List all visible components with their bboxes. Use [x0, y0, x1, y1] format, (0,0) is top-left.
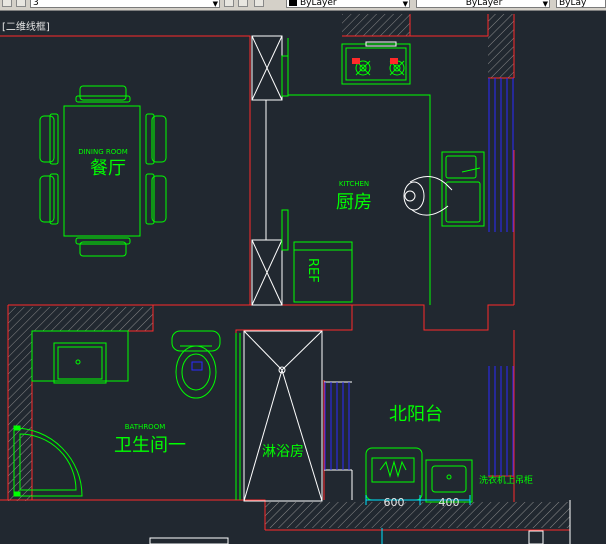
dimension-400: 400	[439, 496, 460, 509]
bottom-fragments	[149, 530, 544, 544]
layer-dropdown[interactable]: 3 ▼	[30, 0, 220, 8]
shower-area[interactable]	[243, 330, 323, 502]
balcony-label-cn: 北阳台	[389, 404, 443, 425]
bathroom-label-cn: 卫生间一	[114, 435, 186, 456]
dining-room-label-cn: 餐厅	[90, 158, 126, 179]
kitchen-label-cn: 厨房	[336, 192, 372, 213]
previous-layer-icon[interactable]	[254, 0, 264, 7]
properties-toolbar: 3 ▼ ByLayer ▼ ByLayer ▼ ByLay	[0, 0, 606, 11]
person-figure	[403, 176, 453, 216]
washing-machine[interactable]	[365, 447, 423, 501]
cad-drawing-canvas[interactable]: DINING ROOM 餐厅 KITCHEN 厨房 REF BATHROOM 卫…	[0, 0, 606, 544]
refrigerator[interactable]	[293, 241, 353, 303]
fridge-label: REF	[305, 258, 320, 283]
lightbulb-icon[interactable]	[16, 0, 26, 7]
partitions	[251, 35, 571, 544]
shower-label-cn: 淋浴房	[262, 444, 304, 460]
viewport-style-label[interactable]: [二维线框]	[2, 18, 50, 33]
shower-glass	[235, 333, 241, 500]
linetype-dropdown[interactable]: ByLayer ▼	[416, 0, 550, 8]
color-dropdown-value: ByLayer	[300, 0, 337, 8]
chevron-down-icon: ▼	[212, 0, 218, 8]
dining-room-label-en: DINING ROOM	[78, 148, 128, 156]
lineweight-dropdown-value: ByLay	[559, 0, 587, 8]
layer-dropdown-value: 3	[33, 0, 39, 8]
washer-cabinet-note: 洗衣机上吊柜	[479, 474, 533, 486]
bathroom-label-en: BATHROOM	[125, 423, 166, 431]
bathroom-vanity[interactable]	[31, 330, 129, 384]
color-swatch	[289, 0, 297, 6]
kitchen-counter	[281, 38, 431, 305]
kitchen-label-en: KITCHEN	[339, 180, 369, 188]
toilet[interactable]	[171, 330, 221, 399]
linetype-dropdown-value: ByLayer	[465, 0, 503, 8]
layer-state-icon[interactable]	[2, 0, 12, 7]
stove-knob	[352, 58, 360, 64]
kitchen-sink[interactable]	[441, 151, 485, 227]
toilet-flush	[191, 361, 203, 371]
dimension-600: 600	[384, 496, 405, 509]
make-current-icon[interactable]	[224, 0, 234, 7]
match-layer-icon[interactable]	[238, 0, 248, 7]
lineweight-dropdown[interactable]: ByLay	[556, 0, 606, 8]
chevron-down-icon: ▼	[542, 0, 548, 8]
stove-knob	[390, 58, 398, 64]
color-dropdown[interactable]: ByLayer ▼	[286, 0, 410, 8]
chevron-down-icon: ▼	[402, 0, 408, 8]
